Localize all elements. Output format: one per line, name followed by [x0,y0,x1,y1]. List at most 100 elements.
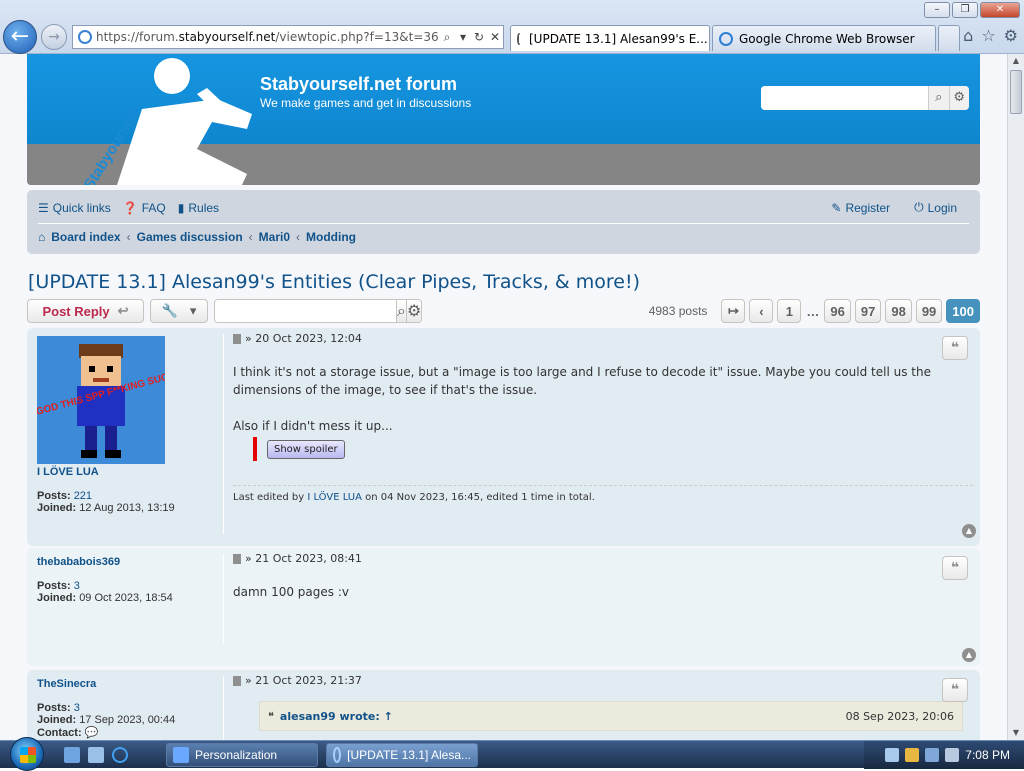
breadcrumb-modding[interactable]: Modding [306,230,356,244]
page-1[interactable]: 1 [777,299,802,323]
post-profile: TheSinecra Posts: 3 Joined: 17 Sep 2023,… [37,678,217,739]
show-spoiler-button[interactable]: Show spoiler [267,439,345,459]
taskbar: Personalization [UPDATE 13.1] Alesa... 7… [0,737,1024,771]
tab-forum[interactable]: [UPDATE 13.1] Alesan99's E... ✕ [510,25,710,51]
post: OH MY GOD THIS SPP F**KING SUCKS!!!! I L… [27,328,980,546]
post-date: » 20 Oct 2023, 12:04 [245,332,362,345]
post-author[interactable]: I LÖVE LUA [37,466,217,478]
post-text: Also if I didn't mess it up... [233,419,393,433]
page-99[interactable]: 99 [915,299,943,323]
topic-search: ⌕ ⚙ [214,299,422,323]
breadcrumb-board-index[interactable]: Board index [51,230,120,244]
quote-button[interactable]: ❝ [942,336,968,360]
stop-icon[interactable]: ✕ [487,30,503,44]
quote-icon: ❝ [268,709,274,723]
restore-button[interactable]: ❐ [952,2,978,18]
quote-button[interactable]: ❝ [942,556,968,580]
post: TheSinecra Posts: 3 Joined: 17 Sep 2023,… [27,670,980,740]
close-window-button[interactable]: ✕ [980,2,1020,18]
site-title[interactable]: Stabyourself.net forum [260,74,457,95]
minimize-button[interactable]: – [924,2,950,18]
document-icon[interactable] [233,333,241,344]
scroll-thumb[interactable] [1010,70,1022,114]
page-98[interactable]: 98 [885,299,912,323]
scroll-down-icon[interactable]: ▼ [1008,726,1024,740]
ie-icon[interactable] [112,747,128,763]
new-tab-button[interactable] [938,25,960,51]
site-logo[interactable]: Stabyourself [47,54,267,185]
post-reply-button[interactable]: Post Reply ↩ [27,299,144,323]
page-96[interactable]: 96 [824,299,851,323]
quote-block: ❝ alesan99 wrote: ↑ 08 Sep 2023, 20:06 [259,701,963,731]
login-link[interactable]: ⏻ Login [914,200,957,215]
search-icon[interactable]: ⌕ [396,300,406,322]
tray-app-icon[interactable] [885,748,900,762]
chevron-down-icon: ▾ [189,303,197,319]
post-profile: I LÖVE LUA Posts: 221 Joined: 12 Aug 201… [37,466,217,514]
taskbar-ie-window[interactable]: [UPDATE 13.1] Alesa... [326,743,478,767]
back-button[interactable]: ← [3,20,37,54]
tab-chrome[interactable]: Google Chrome Web Browser [712,25,936,51]
post-author[interactable]: thebababois369 [37,556,217,568]
volume-icon[interactable] [945,748,960,762]
network-icon[interactable] [925,748,940,762]
page-100-active[interactable]: 100 [946,299,980,323]
switch-windows-icon[interactable] [88,747,104,763]
dropdown-icon[interactable]: ▾ [455,30,471,44]
window-controls: – ❐ ✕ [924,2,1020,18]
taskbar-personalization[interactable]: Personalization [166,743,318,767]
faq-link[interactable]: ❓ FAQ [123,200,166,215]
gear-icon[interactable]: ⚙ [405,300,421,322]
breadcrumb: ⌂ Board index ‹ Games discussion ‹ Mari0… [38,230,356,244]
post-text: I think it's not a storage issue, but a … [233,365,931,397]
monitor-icon [173,747,189,763]
favorites-star-icon[interactable]: ☆ [981,26,995,45]
search-icon[interactable]: ⌕ [928,86,949,110]
page-ellipsis: … [806,303,820,319]
gear-icon[interactable]: ⚙ [1004,26,1018,45]
quick-links-menu[interactable]: ☰ Quick links [38,200,111,215]
windows-logo-icon [20,747,36,763]
forward-button[interactable]: → [41,24,67,50]
browser-toolbar: ⌂ ☆ ⚙ [963,26,1018,45]
document-icon[interactable] [233,675,241,686]
contact-icon[interactable]: 💬 [85,727,99,739]
quote-author[interactable]: alesan99 wrote: ↑ [280,710,393,723]
power-icon: ⏻ [914,200,924,214]
search-icon[interactable]: ⌕ [439,30,455,45]
jump-to-page-button[interactable]: ↦ [721,299,746,323]
clock[interactable]: 7:08 PM [965,748,1010,762]
refresh-icon[interactable]: ↻ [471,30,487,44]
topic-title[interactable]: [UPDATE 13.1] Alesan99's Entities (Clear… [28,271,640,293]
site-header: Stabyourself Stabyourself.net forum We m… [27,54,980,185]
book-icon: ▮ [177,200,185,215]
tab-close-icon[interactable]: ✕ [708,32,709,46]
page-97[interactable]: 97 [854,299,882,323]
address-bar[interactable]: https://forum.stabyourself.net/viewtopic… [72,25,504,49]
shield-icon[interactable] [905,748,920,762]
home-icon[interactable]: ⌂ [963,26,973,45]
question-icon: ❓ [122,200,138,215]
avatar[interactable]: OH MY GOD THIS SPP F**KING SUCKS!!!! [37,336,165,464]
document-icon[interactable] [233,553,241,564]
back-to-top-icon[interactable]: ▲ [962,524,976,538]
register-link[interactable]: ✎ Register [831,200,890,215]
header-search-input[interactable] [761,86,928,110]
show-desktop-icon[interactable] [64,747,80,763]
address-url[interactable]: https://forum.stabyourself.net/viewtopic… [96,30,439,44]
breadcrumb-mari0[interactable]: Mari0 [259,230,290,244]
prev-page-button[interactable]: ‹ [749,299,774,323]
ie-page-icon [78,30,92,44]
post-author[interactable]: TheSinecra [37,678,217,690]
vertical-scrollbar[interactable]: ▲ ▼ [1007,54,1024,740]
start-button[interactable] [10,737,44,771]
topic-tools-button[interactable]: 🔧 ▾ [150,299,208,323]
gear-icon[interactable]: ⚙ [948,86,969,110]
back-to-top-icon[interactable]: ▲ [962,648,976,662]
breadcrumb-games-discussion[interactable]: Games discussion [137,230,243,244]
scroll-up-icon[interactable]: ▲ [1008,54,1024,68]
quote-button[interactable]: ❝ [942,678,968,702]
rules-link[interactable]: ▮ Rules [178,200,219,215]
topic-search-input[interactable] [215,300,396,322]
page-viewport: Stabyourself Stabyourself.net forum We m… [0,54,1007,740]
